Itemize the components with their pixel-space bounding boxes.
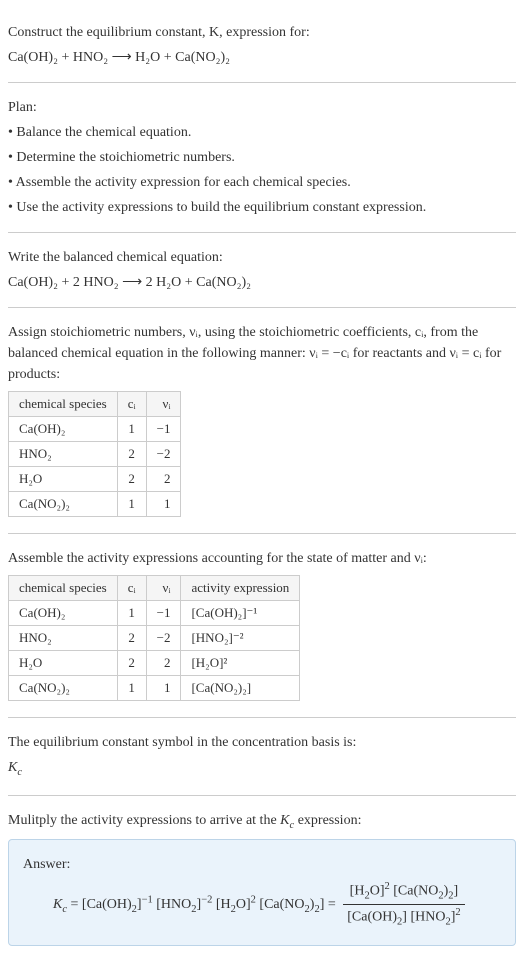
th-c: cᵢ xyxy=(117,576,146,601)
cell-c: 1 xyxy=(117,417,146,442)
cell-species: H₂O xyxy=(9,467,118,492)
answer-label: Answer: xyxy=(23,854,501,875)
cell-species: Ca(NO₂)₂ xyxy=(9,676,118,701)
table-row: Ca(OH)₂ 1 −1 xyxy=(9,417,181,442)
cell-expr: [Ca(OH)₂]⁻¹ xyxy=(181,601,300,626)
table-row: H₂O 2 2 [H₂O]² xyxy=(9,651,300,676)
th-species: chemical species xyxy=(9,392,118,417)
activity-table: chemical species cᵢ νᵢ activity expressi… xyxy=(8,575,300,701)
stoich-section: Assign stoichiometric numbers, νᵢ, using… xyxy=(8,308,516,534)
cell-c: 2 xyxy=(117,467,146,492)
cell-species: H₂O xyxy=(9,651,118,676)
mult-text: Mulitply the activity expressions to arr… xyxy=(8,813,361,828)
cell-species: Ca(NO₂)₂ xyxy=(9,492,118,517)
plan-section: Plan: • Balance the chemical equation. •… xyxy=(8,83,516,233)
cell-v: −1 xyxy=(146,417,181,442)
cell-v: −2 xyxy=(146,626,181,651)
cell-species: HNO₂ xyxy=(9,442,118,467)
symbol-line1: The equilibrium constant symbol in the c… xyxy=(8,732,516,753)
cell-v: 1 xyxy=(146,676,181,701)
activity-intro: Assemble the activity expressions accoun… xyxy=(8,548,516,569)
activity-section: Assemble the activity expressions accoun… xyxy=(8,534,516,718)
cell-v: 1 xyxy=(146,492,181,517)
th-c: cᵢ xyxy=(117,392,146,417)
table-header-row: chemical species cᵢ νᵢ xyxy=(9,392,181,417)
th-v: νᵢ xyxy=(146,392,181,417)
answer-denominator: [Ca(OH)2] [HNO2]2 xyxy=(343,905,464,930)
prompt-equation: Ca(OH)₂ + HNO₂ ⟶ H₂O + Ca(NO₂)₂ xyxy=(8,47,516,68)
table-row: Ca(NO₂)₂ 1 1 [Ca(NO₂)₂] xyxy=(9,676,300,701)
cell-c: 2 xyxy=(117,626,146,651)
answer-numerator: [H2O]2 [Ca(NO2)2] xyxy=(343,879,464,905)
prompt-title-text: Construct the equilibrium constant, K, e… xyxy=(8,25,310,40)
cell-expr: [Ca(NO₂)₂] xyxy=(181,676,300,701)
plan-bullet-3: • Use the activity expressions to build … xyxy=(8,197,516,218)
table-row: Ca(NO₂)₂ 1 1 xyxy=(9,492,181,517)
cell-species: Ca(OH)₂ xyxy=(9,417,118,442)
cell-v: 2 xyxy=(146,651,181,676)
balanced-heading: Write the balanced chemical equation: xyxy=(8,247,516,268)
cell-v: 2 xyxy=(146,467,181,492)
cell-expr: [H₂O]² xyxy=(181,651,300,676)
stoich-intro: Assign stoichiometric numbers, νᵢ, using… xyxy=(8,322,516,385)
table-row: HNO₂ 2 −2 [HNO₂]⁻² xyxy=(9,626,300,651)
kc-text: Kc xyxy=(8,760,22,775)
prompt-title: Construct the equilibrium constant, K, e… xyxy=(8,22,516,43)
answer-expression: Kc = [Ca(OH)2]−1 [HNO2]−2 [H2O]2 [Ca(NO2… xyxy=(23,879,501,930)
prompt-section: Construct the equilibrium constant, K, e… xyxy=(8,8,516,83)
cell-expr: [HNO₂]⁻² xyxy=(181,626,300,651)
balanced-section: Write the balanced chemical equation: Ca… xyxy=(8,233,516,308)
plan-heading: Plan: xyxy=(8,97,516,118)
cell-species: Ca(OH)₂ xyxy=(9,601,118,626)
answer-lhs: Kc = [Ca(OH)2]−1 [HNO2]−2 [H2O]2 [Ca(NO2… xyxy=(53,897,339,912)
plan-bullet-1: • Determine the stoichiometric numbers. xyxy=(8,147,516,168)
cell-c: 1 xyxy=(117,492,146,517)
mult-section: Mulitply the activity expressions to arr… xyxy=(8,796,516,956)
answer-box: Answer: Kc = [Ca(OH)2]−1 [HNO2]−2 [H2O]2… xyxy=(8,839,516,945)
table-row: Ca(OH)₂ 1 −1 [Ca(OH)₂]⁻¹ xyxy=(9,601,300,626)
plan-bullet-0: • Balance the chemical equation. xyxy=(8,122,516,143)
cell-v: −1 xyxy=(146,601,181,626)
table-row: HNO₂ 2 −2 xyxy=(9,442,181,467)
answer-fraction: [H2O]2 [Ca(NO2)2] [Ca(OH)2] [HNO2]2 xyxy=(343,879,464,930)
cell-c: 2 xyxy=(117,651,146,676)
cell-v: −2 xyxy=(146,442,181,467)
cell-c: 1 xyxy=(117,601,146,626)
symbol-kc: Kc xyxy=(8,757,516,781)
cell-species: HNO₂ xyxy=(9,626,118,651)
table-row: H₂O 2 2 xyxy=(9,467,181,492)
th-species: chemical species xyxy=(9,576,118,601)
stoich-table: chemical species cᵢ νᵢ Ca(OH)₂ 1 −1 HNO₂… xyxy=(8,391,181,517)
th-expr: activity expression xyxy=(181,576,300,601)
plan-bullet-2: • Assemble the activity expression for e… xyxy=(8,172,516,193)
symbol-section: The equilibrium constant symbol in the c… xyxy=(8,718,516,796)
th-v: νᵢ xyxy=(146,576,181,601)
balanced-equation: Ca(OH)₂ + 2 HNO₂ ⟶ 2 H₂O + Ca(NO₂)₂ xyxy=(8,272,516,293)
table-header-row: chemical species cᵢ νᵢ activity expressi… xyxy=(9,576,300,601)
cell-c: 1 xyxy=(117,676,146,701)
cell-c: 2 xyxy=(117,442,146,467)
mult-line: Mulitply the activity expressions to arr… xyxy=(8,810,516,834)
